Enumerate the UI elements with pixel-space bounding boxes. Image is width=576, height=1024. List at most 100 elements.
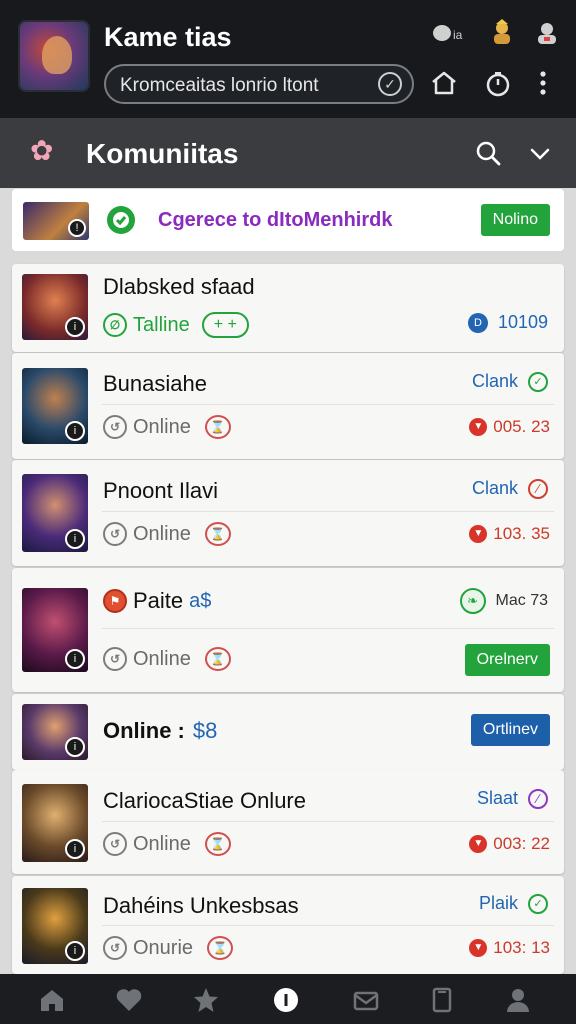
timer-icon[interactable] — [484, 70, 512, 102]
item-time: ▼ 003: 22 — [469, 834, 550, 854]
device-icon[interactable] — [428, 986, 456, 1014]
heart-icon[interactable] — [115, 986, 143, 1014]
list-item[interactable]: i ⚑ Paite a$ ❧ Mac 73 ↺ Online ⌛ Orelner… — [12, 568, 564, 692]
item-thumbnail: i — [22, 784, 88, 862]
item-thumbnail: i — [22, 474, 88, 552]
item-name: Dahéins Unkesbsas — [103, 893, 299, 918]
list-item[interactable]: i Dlabsked sfaad ∅ Talline + + D 10109 — [12, 264, 564, 352]
alert-icon: ▼ — [469, 418, 488, 436]
profile-icon[interactable] — [534, 20, 560, 50]
item-time: ▼ 103. 35 — [469, 524, 550, 544]
more-menu-icon[interactable] — [538, 70, 548, 100]
item-status: ↺ Online ⌛ — [103, 522, 231, 546]
blocked-icon[interactable]: ⁄ — [528, 788, 548, 809]
item-name-extra: $8 — [192, 718, 218, 743]
item-label: Slaat ⁄ — [477, 788, 548, 809]
info-icon[interactable] — [272, 986, 300, 1014]
flower-icon: ✿ — [30, 135, 54, 166]
status-icon: ↺ — [103, 415, 127, 439]
item-time: ▼ 103: 13 — [469, 938, 550, 958]
item-label-text: Mac 73 — [495, 592, 548, 609]
item-name: ClariocaStiae Onlure — [103, 788, 306, 813]
status-icon: ↺ — [103, 936, 127, 960]
section-title: Komuniitas — [86, 138, 239, 169]
item-name: ⚑ Paite a$ — [103, 588, 211, 614]
hourglass-icon: ⌛ — [207, 936, 234, 960]
profile-icon[interactable] — [504, 986, 532, 1014]
status-icon: ↺ — [103, 647, 127, 671]
item-status: ↺ Onurie ⌛ — [103, 936, 234, 960]
star-icon[interactable] — [192, 986, 220, 1014]
search-bar[interactable]: Kromceaitas Ɩonrio Ɩtont ✓ — [104, 64, 414, 104]
item-name-text: Paite — [133, 588, 184, 613]
list-item[interactable]: i Dahéins Unkesbsas Plaik ✓ ↺ Onurie ⌛ ▼… — [12, 876, 564, 974]
item-time-text: 103. 35 — [493, 524, 550, 543]
item-label: Clank ✓ — [472, 371, 548, 392]
bottom-nav — [0, 974, 576, 1024]
alert-icon: ▼ — [469, 525, 488, 543]
item-time-text: 003: 22 — [493, 834, 550, 853]
badge-icon: i — [65, 737, 85, 757]
home-icon[interactable] — [38, 986, 66, 1014]
shield-check-icon — [104, 203, 138, 242]
item-code: D 10109 — [467, 312, 548, 333]
blocked-icon[interactable]: ⁄ — [528, 478, 548, 499]
check-icon[interactable]: ✓ — [378, 72, 402, 96]
app-header: Kame tias ia Kromceaitas Ɩonrio Ɩtont ✓ — [0, 0, 576, 118]
home-icon[interactable] — [430, 70, 458, 100]
leaf-icon: ❧ — [459, 588, 486, 614]
list-item[interactable]: i Pnoont Ilavi Clank ⁄ ↺ Online ⌛ ▼ 103.… — [12, 460, 564, 566]
status-text: Online — [133, 647, 191, 670]
mail-icon[interactable] — [352, 986, 380, 1014]
item-label: Clank ⁄ — [472, 478, 548, 499]
alert-icon: ▼ — [469, 939, 488, 957]
divider — [102, 628, 554, 629]
check-icon[interactable]: ✓ — [528, 893, 548, 914]
item-label: Plaik ✓ — [479, 893, 548, 914]
community-list: ! Cgerece to dItoMenhirdk Nolino i Dlabs… — [0, 188, 576, 974]
list-item[interactable]: i ClariocaStiae Onlure Slaat ⁄ ↺ Online … — [12, 770, 564, 874]
status-icon: ↺ — [103, 522, 127, 546]
banner-button[interactable]: Nolino — [480, 204, 550, 236]
cloud-icon[interactable]: ia — [432, 22, 468, 48]
item-name: Pnoont Ilavi — [103, 478, 218, 503]
status-tag: + + — [201, 312, 249, 338]
status-text: Online — [133, 832, 191, 855]
status-icon: ∅ — [103, 313, 127, 337]
item-code-text: 10109 — [497, 312, 548, 332]
status-text: Online — [133, 522, 191, 545]
item-thumbnail: i — [22, 888, 88, 964]
search-icon[interactable] — [474, 140, 502, 168]
chevron-down-icon[interactable] — [528, 142, 552, 166]
item-thumbnail: i — [22, 274, 88, 340]
item-action-button[interactable]: Orelnerv — [464, 644, 550, 676]
cloud-icon-label: ia — [453, 28, 463, 42]
list-item[interactable]: i Online : $8 Ortlinev — [12, 694, 564, 770]
item-status: ∅ Talline + + — [103, 312, 249, 338]
divider — [102, 925, 554, 926]
badge-icon: i — [65, 421, 85, 441]
status-text: Onurie — [133, 936, 194, 959]
item-label-text: Clank — [471, 371, 518, 391]
badge-icon: i — [65, 649, 85, 669]
badge-icon: i — [65, 941, 85, 961]
check-icon[interactable]: ✓ — [528, 371, 548, 392]
hourglass-icon: ⌛ — [204, 415, 231, 439]
item-name: Online : $8 — [103, 718, 217, 744]
status-text: Online — [133, 415, 191, 438]
list-item[interactable]: i Bunasiahe Clank ✓ ↺ Online ⌛ ▼ 005. 23 — [12, 353, 564, 459]
app-avatar[interactable] — [18, 20, 90, 92]
character-icon[interactable] — [488, 18, 516, 50]
item-label-text: Clank — [471, 478, 518, 498]
item-status: ↺ Online ⌛ — [103, 647, 231, 671]
divider — [102, 511, 554, 512]
divider — [102, 404, 554, 405]
status-icon: ↺ — [103, 832, 127, 856]
item-thumbnail: i — [22, 704, 88, 760]
hourglass-icon: ⌛ — [204, 522, 231, 546]
welcome-banner[interactable]: ! Cgerece to dItoMenhirdk Nolino — [12, 189, 564, 251]
item-label-text: Plaik — [478, 893, 518, 913]
status-text: Talline — [133, 313, 190, 336]
badge-icon: ! — [68, 219, 86, 237]
item-action-button[interactable]: Ortlinev — [470, 714, 550, 746]
